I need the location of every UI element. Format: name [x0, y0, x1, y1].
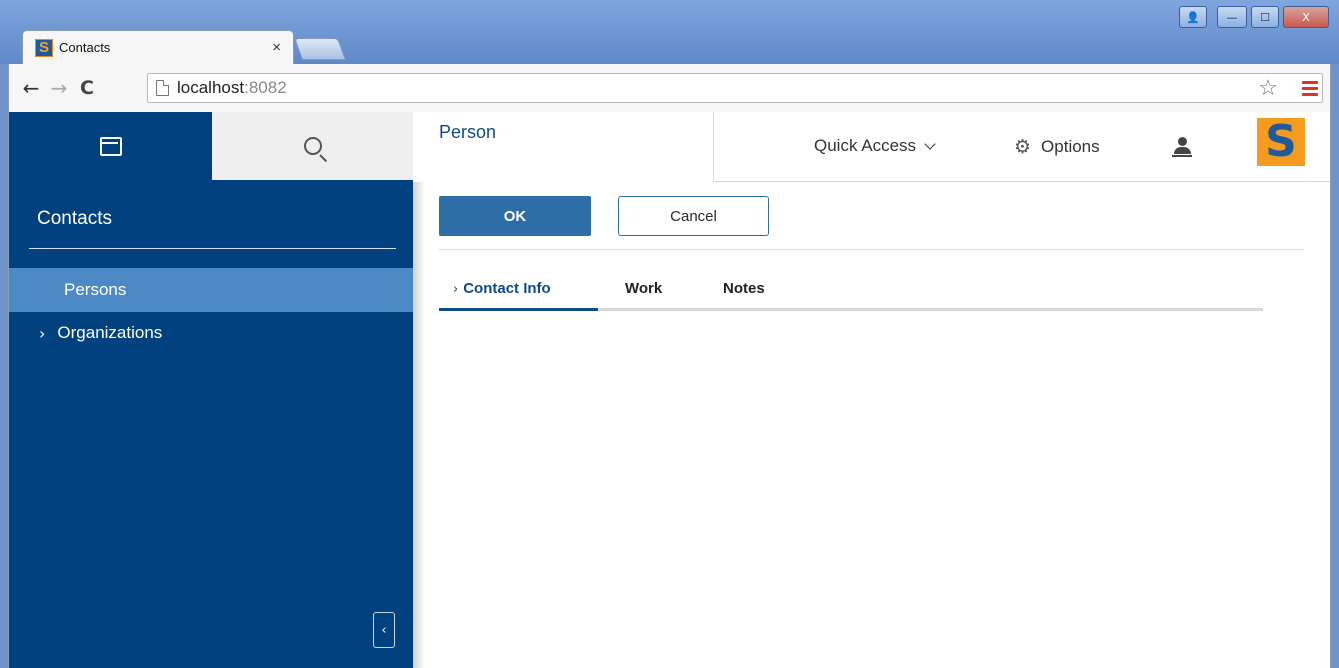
star-icon[interactable]: ☆ [1258, 75, 1278, 101]
maximize-window-button[interactable]: ☐ [1251, 6, 1279, 28]
browser-titlebar: 👤 — ☐ X S Contacts × [0, 0, 1339, 64]
sidebar-item-label: Persons [64, 280, 127, 299]
sidebar-item-label: Organizations [57, 323, 163, 342]
close-window-button[interactable]: X [1283, 6, 1329, 28]
url-host: localhost [177, 78, 245, 97]
tab-label: Work [625, 280, 663, 297]
browser-tab[interactable]: S Contacts × [22, 30, 294, 64]
app-logo: S [1257, 118, 1305, 166]
tab-label: Contact Info [463, 280, 551, 297]
sidebar-divider [29, 248, 396, 249]
app-viewport: Contacts Persons › Organizations ‹ Perso… [8, 112, 1331, 668]
minimize-window-button[interactable]: — [1217, 6, 1247, 28]
header-toolbar: Quick Access ⚙ Options S [714, 112, 1330, 182]
forward-arrow-icon[interactable]: → [45, 74, 73, 102]
tab-work[interactable]: Work [625, 280, 662, 297]
address-bar[interactable]: localhost:8082 ☆ [147, 73, 1323, 103]
new-tab-button[interactable] [293, 38, 347, 60]
sidebar-item-organizations[interactable]: › Organizations [9, 311, 413, 355]
url-port: :8082 [244, 78, 287, 97]
reload-icon[interactable]: C [73, 74, 101, 102]
sidebar-item-persons[interactable]: Persons [9, 268, 413, 312]
search-tab[interactable] [212, 112, 413, 180]
options-menu[interactable]: ⚙ Options [1014, 136, 1100, 158]
collapse-sidebar-button[interactable]: ‹ [373, 612, 395, 648]
form-divider [439, 249, 1304, 250]
tab-contact-info[interactable]: › Contact Info [453, 280, 551, 297]
view-tab-person[interactable]: Person [413, 112, 714, 182]
user-icon[interactable] [1172, 137, 1192, 157]
gear-icon: ⚙ [1014, 136, 1032, 158]
navigation-sidebar: Contacts Persons › Organizations ‹ [9, 112, 425, 668]
chevron-right-icon[interactable]: › [39, 324, 45, 343]
favicon-icon: S [35, 38, 53, 57]
logo-letter: S [1265, 116, 1297, 167]
browser-toolbar: ← → C localhost:8082 ☆ [8, 64, 1331, 112]
cancel-button[interactable]: Cancel [618, 196, 769, 236]
search-icon [303, 137, 322, 155]
folder-icon [99, 136, 122, 156]
chevron-right-icon: › [453, 282, 459, 297]
quick-access-menu[interactable]: Quick Access [814, 136, 936, 156]
view-title: Person [439, 122, 497, 142]
page-icon [156, 80, 169, 96]
form-tabbox: › Contact Info Work Notes [439, 272, 1263, 312]
tab-title: Contacts [59, 40, 111, 55]
active-tab-indicator [439, 308, 598, 311]
outline-tab[interactable] [9, 112, 212, 180]
tab-notes[interactable]: Notes [723, 280, 765, 297]
quick-access-label: Quick Access [814, 136, 917, 155]
window-controls: 👤 — ☐ X [1179, 6, 1329, 28]
back-arrow-icon[interactable]: ← [17, 74, 45, 102]
tab-close-icon[interactable]: × [272, 39, 281, 56]
hamburger-menu-icon[interactable] [1302, 80, 1318, 96]
outline-title: Contacts [37, 208, 112, 229]
ok-button[interactable]: OK [439, 196, 591, 236]
chevron-down-icon [924, 137, 936, 150]
profile-window-button[interactable]: 👤 [1179, 6, 1207, 28]
options-label: Options [1041, 137, 1100, 156]
tab-label: Notes [723, 280, 765, 297]
